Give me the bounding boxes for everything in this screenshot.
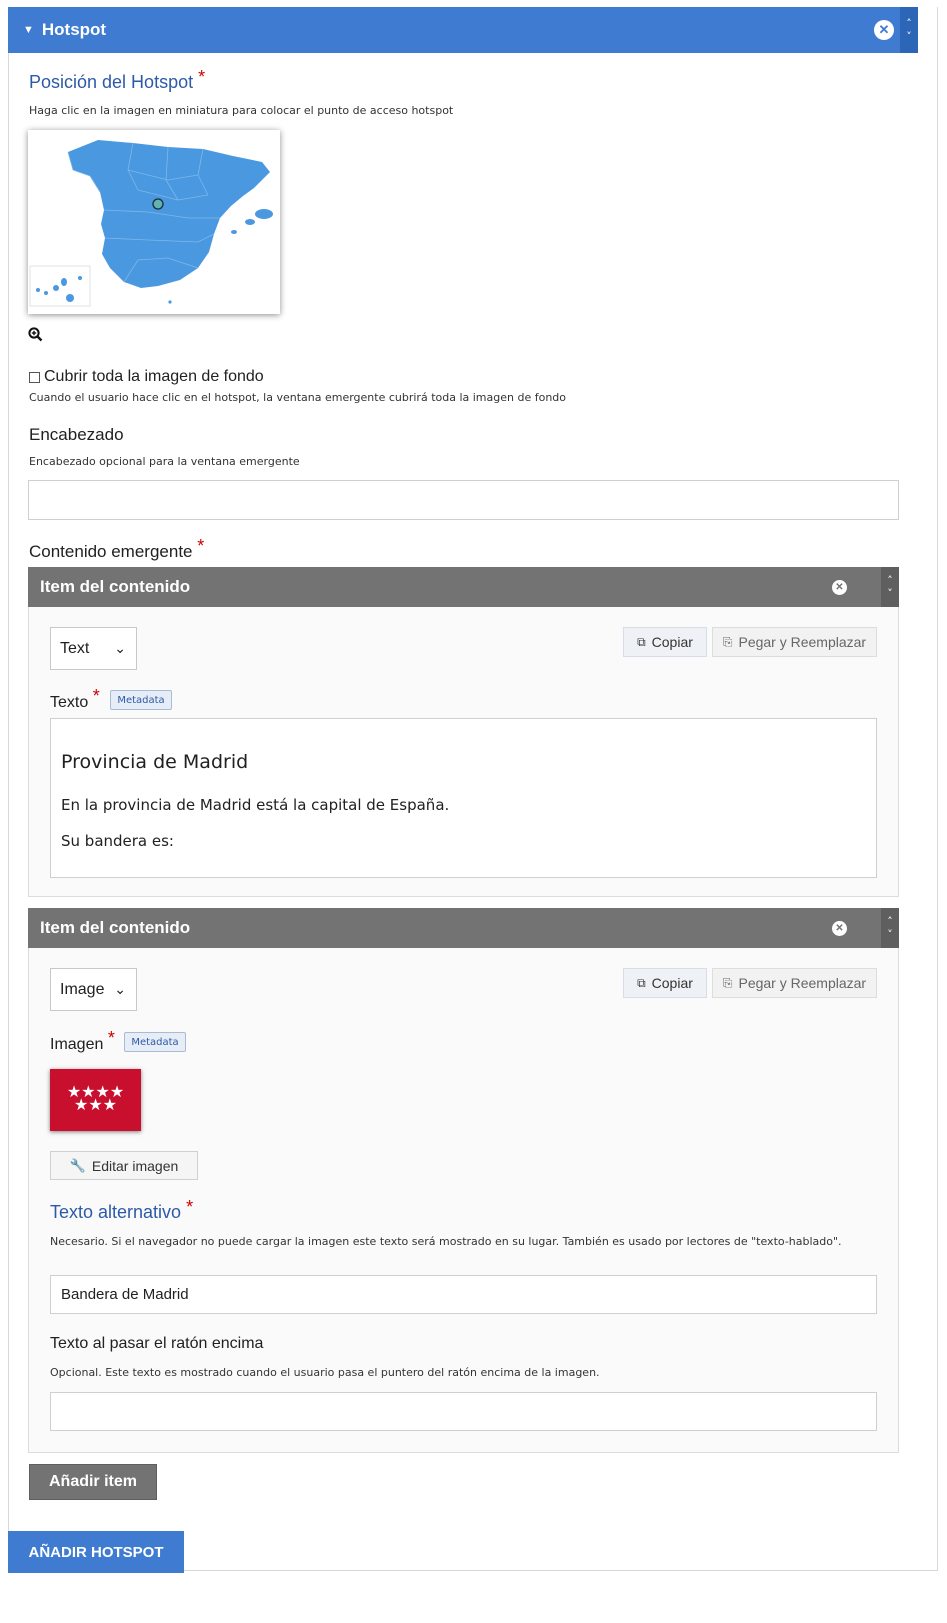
remove-item-icon[interactable]: ✕ xyxy=(832,579,847,595)
paste-icon: ⎘ xyxy=(722,634,733,649)
chevron-down-icon: ⌄ xyxy=(114,981,126,997)
cover-label: Cubrir toda la imagen de fondo xyxy=(44,368,264,385)
cover-checkbox[interactable] xyxy=(29,371,40,383)
paste-label: Pegar y Reemplazar xyxy=(738,634,867,650)
position-description: Haga clic en la imagen en miniatura para… xyxy=(29,104,454,117)
copy-label: Copiar xyxy=(651,634,693,650)
heading-label: Encabezado xyxy=(29,425,124,444)
flag-stars-row: ★★★ xyxy=(73,1095,118,1114)
chevron-down-icon: ⌄ xyxy=(114,640,126,656)
text-editor[interactable]: Provincia de Madrid En la provincia de M… xyxy=(50,718,877,878)
paste-icon: ⎘ xyxy=(722,975,733,990)
alt-text-description: Necesario. Si el navegador no puede carg… xyxy=(50,1235,842,1248)
wrench-icon: 🔧 xyxy=(69,1157,86,1173)
cover-description: Cuando el usuario hace clic en el hotspo… xyxy=(29,391,567,404)
image-field-label: Imagen * xyxy=(50,1028,115,1053)
sort-arrows-icon[interactable]: ˄ ˅ xyxy=(881,908,899,948)
text-field-label: Texto * xyxy=(50,686,100,711)
map-thumbnail[interactable] xyxy=(28,130,280,314)
heading-description: Encabezado opcional para la ventana emer… xyxy=(29,455,300,468)
paste-label: Pegar y Reemplazar xyxy=(738,975,867,991)
add-item-button[interactable]: Añadir item xyxy=(29,1464,157,1500)
item-header[interactable]: Item del contenido ✕ xyxy=(28,567,881,607)
content-type-select[interactable]: Image ⌄ xyxy=(50,968,137,1011)
hotspot-marker xyxy=(152,198,164,210)
position-label: Posición del Hotspot * xyxy=(29,67,206,92)
heading-input[interactable] xyxy=(28,480,899,520)
sort-arrows-icon[interactable]: ˄ ˅ xyxy=(881,567,899,607)
add-hotspot-button[interactable]: AÑADIR HOTSPOT xyxy=(8,1531,184,1573)
spain-map[interactable] xyxy=(28,130,280,314)
editor-paragraph: En la provincia de Madrid está la capita… xyxy=(61,796,450,814)
item-header[interactable]: Item del contenido ✕ xyxy=(28,908,881,948)
remove-hotspot-icon[interactable]: ✕ xyxy=(874,20,894,40)
caret-down-icon[interactable]: ▼ xyxy=(23,24,34,36)
alt-text-label: Texto alternativo * xyxy=(50,1197,194,1222)
edit-image-button[interactable]: 🔧 Editar imagen xyxy=(50,1151,198,1180)
copy-button[interactable]: ⧉ Copiar xyxy=(623,968,707,998)
hotspot-title: Hotspot xyxy=(41,20,107,39)
editor-heading: Provincia de Madrid xyxy=(61,751,249,773)
alt-text-input[interactable]: Bandera de Madrid xyxy=(50,1275,877,1314)
copy-button[interactable]: ⧉ Copiar xyxy=(623,627,707,657)
select-value: Text xyxy=(60,639,90,657)
hover-text-label: Texto al pasar el ratón encima xyxy=(50,1335,264,1352)
hover-text-input[interactable] xyxy=(50,1392,877,1431)
edit-image-label: Editar imagen xyxy=(91,1157,179,1174)
flag-image[interactable]: ★★★★ ★★★ xyxy=(50,1069,141,1131)
metadata-button[interactable]: Metadata xyxy=(124,1032,186,1052)
popup-label: Contenido emergente * xyxy=(29,536,205,561)
sort-arrows-icon[interactable]: ˄ ˅ xyxy=(900,7,918,53)
item-header-title: Item del contenido xyxy=(40,577,191,596)
copy-icon: ⧉ xyxy=(637,634,646,649)
editor-paragraph: Su bandera es: xyxy=(61,832,174,850)
paste-replace-button[interactable]: ⎘ Pegar y Reemplazar xyxy=(712,627,877,657)
copy-label: Copiar xyxy=(651,975,693,991)
item-header-title: Item del contenido xyxy=(40,918,191,937)
hotspot-header[interactable]: ▼ Hotspot ✕ xyxy=(8,7,918,53)
select-value: Image xyxy=(60,980,105,998)
copy-icon: ⧉ xyxy=(637,975,646,990)
hover-text-description: Opcional. Este texto es mostrado cuando … xyxy=(50,1366,600,1379)
remove-item-icon[interactable]: ✕ xyxy=(832,920,847,936)
metadata-button[interactable]: Metadata xyxy=(110,690,172,710)
cover-field: Cubrir toda la imagen de fondo xyxy=(29,368,264,386)
paste-replace-button[interactable]: ⎘ Pegar y Reemplazar xyxy=(712,968,877,998)
content-type-select[interactable]: Text ⌄ xyxy=(50,627,137,670)
zoom-in-icon[interactable] xyxy=(28,327,43,346)
